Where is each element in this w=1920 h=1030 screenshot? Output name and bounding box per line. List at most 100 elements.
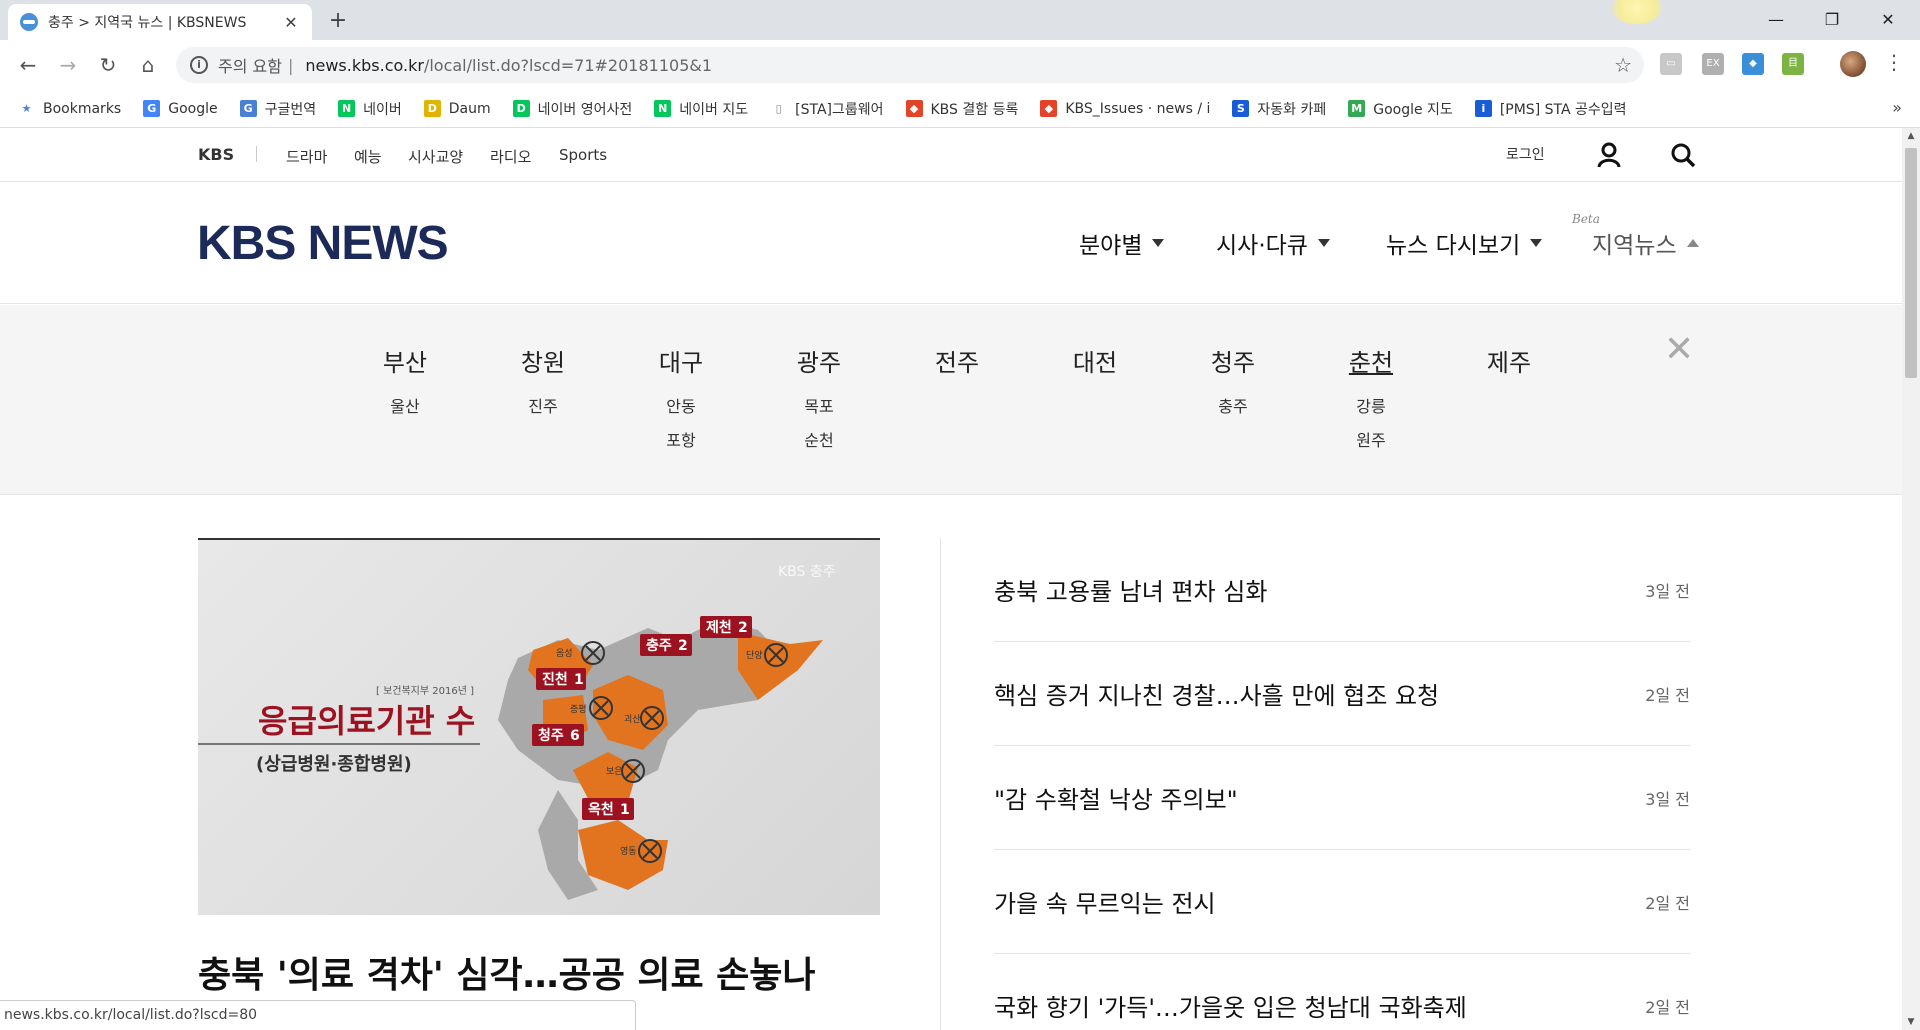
bookmark-item[interactable]: i [PMS] STA 공수입력 [1474, 99, 1627, 119]
news-title[interactable]: 국화 향기 '가득'…가을옷 입은 청남대 국화축제 [994, 988, 1467, 1023]
news-list-item[interactable]: 충북 고용률 남녀 편차 심화 3일 전 [994, 538, 1690, 642]
cafe-icon: S [1232, 100, 1250, 117]
scroll-down-icon[interactable]: ▼ [1902, 1014, 1920, 1030]
page-viewport: KBS 드라마 예능 시사교양 라디오 Sports 로그인 KBS NEWS … [0, 128, 1902, 1030]
bookmark-item[interactable]: ◆ KBS_Issues · news / i [1040, 100, 1210, 117]
news-title[interactable]: 핵심 증거 지나친 경찰…사흘 만에 협조 요청 [994, 676, 1439, 711]
region-link[interactable]: 대전 [1073, 343, 1117, 378]
login-link[interactable]: 로그인 [1506, 144, 1545, 164]
subregion-link[interactable]: 목포 [764, 390, 874, 424]
back-button[interactable]: ← [14, 51, 42, 79]
bookmark-item[interactable]: D Daum [423, 100, 491, 117]
page-scrollbar[interactable]: ▲ ▼ [1902, 128, 1920, 1030]
bookmark-item[interactable]: ★ Bookmarks [18, 100, 122, 117]
home-button[interactable]: ⌂ [134, 51, 162, 79]
scroll-thumb[interactable] [1905, 148, 1917, 378]
bookmark-label: 네이버 지도 [679, 101, 749, 118]
extension-icon[interactable]: EX [1702, 53, 1724, 75]
reload-button[interactable]: ↻ [94, 51, 122, 79]
nav-local-news[interactable]: 지역뉴스 [1592, 226, 1699, 260]
bookmark-item[interactable]: ▯ [STA]그룹웨어 [770, 99, 884, 119]
bookmark-item[interactable]: N 네이버 지도 [654, 99, 748, 119]
bookmark-item[interactable]: ◆ KBS 결함 등록 [905, 99, 1018, 119]
subregion-link[interactable]: 순천 [764, 424, 874, 458]
subregion-link[interactable]: 포항 [626, 424, 736, 458]
close-icon[interactable]: ✕ [1664, 329, 1694, 370]
news-title[interactable]: 가을 속 무르익는 전시 [994, 884, 1216, 919]
map-label-okcheon: 옥천 [588, 802, 614, 818]
region-column: 춘천강릉 원주 [1316, 343, 1426, 458]
region-link[interactable]: 광주 [797, 343, 841, 378]
region-link[interactable]: 청주 [1211, 343, 1255, 378]
image-source: [ 보건복지부 2016년 ] [376, 685, 474, 697]
news-timestamp: 2일 전 [1645, 998, 1690, 1017]
extension-icon[interactable]: ◆ [1742, 53, 1764, 75]
region-link[interactable]: 부산 [383, 343, 427, 378]
forward-button[interactable]: → [54, 51, 82, 79]
gnb-kbs-brand[interactable]: KBS [198, 145, 234, 164]
featured-image[interactable]: 진천 1 충주 2 제천 2 청주 6 옥천 1 음성 단양 증평 괴산 보은 … [198, 538, 880, 915]
subregion-link[interactable]: 진주 [488, 390, 598, 424]
daum-icon: D [423, 100, 441, 117]
bookmark-item[interactable]: M Google 지도 [1348, 99, 1453, 119]
bookmark-item[interactable]: D 네이버 영어사전 [512, 99, 633, 119]
news-list-item[interactable]: 핵심 증거 지나친 경찰…사흘 만에 협조 요청 2일 전 [994, 642, 1690, 746]
featured-headline[interactable]: 충북 '의료 격차' 심각…공공 의료 손놓나 [198, 946, 816, 998]
address-bar[interactable]: i 주의 요함 | news.kbs.co.kr/local/list.do?l… [176, 47, 1644, 83]
subregion-link[interactable]: 안동 [626, 390, 736, 424]
map-small-yeongdong: 영동 [620, 846, 637, 857]
extension-icon[interactable]: ▭ [1660, 53, 1682, 75]
subregion-link[interactable]: 울산 [350, 390, 460, 424]
news-title[interactable]: "감 수확철 낙상 주의보" [994, 780, 1238, 815]
news-title[interactable]: 충북 고용률 남녀 편차 심화 [994, 572, 1267, 607]
region-link[interactable]: 제주 [1487, 343, 1531, 378]
region-link[interactable]: 창원 [521, 343, 565, 378]
nav-current-affairs[interactable]: 시사·다큐 [1216, 226, 1330, 260]
profile-avatar[interactable] [1840, 51, 1866, 77]
region-link[interactable]: 전주 [935, 343, 979, 378]
nav-replay[interactable]: 뉴스 다시보기 [1386, 226, 1543, 260]
star-icon: ★ [21, 102, 32, 115]
security-warning: 주의 요함 [218, 57, 282, 76]
news-list-item[interactable]: 가을 속 무르익는 전시 2일 전 [994, 850, 1690, 954]
url-text[interactable]: news.kbs.co.kr/local/list.do?lscd=71#201… [305, 56, 712, 75]
news-list-item[interactable]: "감 수확철 낙상 주의보" 3일 전 [994, 746, 1690, 850]
new-tab-button[interactable]: + [324, 8, 352, 33]
gnb-link-culture[interactable]: 시사교양 [408, 146, 463, 167]
site-header: KBS NEWS 분야별 시사·다큐 뉴스 다시보기 Beta 지역뉴스 [0, 182, 1902, 304]
bookmark-star-icon[interactable]: ☆ [1614, 53, 1632, 77]
map-label-cheongju: 청주 [538, 728, 564, 744]
subregion-link[interactable]: 강릉 [1316, 390, 1426, 424]
close-tab-icon[interactable]: ✕ [282, 13, 300, 32]
minimize-button[interactable]: — [1754, 6, 1798, 34]
scroll-up-icon[interactable]: ▲ [1902, 128, 1920, 144]
gnb-link-radio[interactable]: 라디오 [490, 146, 531, 167]
region-link[interactable]: 춘천 [1349, 343, 1393, 378]
close-window-button[interactable]: ✕ [1866, 6, 1910, 34]
search-icon[interactable] [1670, 142, 1696, 168]
info-icon[interactable]: i [190, 56, 208, 74]
region-link[interactable]: 대구 [659, 343, 703, 378]
bookmark-label: 네이버 영어사전 [537, 101, 633, 118]
restore-button[interactable]: ❐ [1810, 6, 1854, 34]
gnb-link-entertainment[interactable]: 예능 [354, 146, 382, 167]
bookmark-item[interactable]: G Google [143, 100, 218, 117]
map-count-cheongju: 6 [570, 728, 580, 744]
bookmark-item[interactable]: N 네이버 [338, 99, 402, 119]
menu-kebab-icon[interactable]: ⋮ [1884, 50, 1904, 74]
news-list-item[interactable]: 국화 향기 '가득'…가을옷 입은 청남대 국화축제 2일 전 [994, 954, 1690, 1030]
subregion-link[interactable]: 충주 [1178, 390, 1288, 424]
active-tab[interactable]: 충주 > 지역국 뉴스 | KBSNEWS ✕ [8, 4, 312, 40]
bookmark-item[interactable]: G 구글번역 [239, 99, 316, 119]
bookmarks-more-icon[interactable]: » [1892, 98, 1902, 117]
extension-icon[interactable]: 目 [1782, 53, 1804, 75]
gitlab-icon: ◆ [905, 100, 923, 117]
user-icon[interactable] [1596, 142, 1622, 168]
kbs-favicon-icon [20, 13, 38, 31]
gnb-link-sports[interactable]: Sports [559, 146, 607, 164]
subregion-link[interactable]: 원주 [1316, 424, 1426, 458]
nav-category[interactable]: 분야별 [1079, 226, 1165, 260]
bookmark-item[interactable]: S 자동화 카페 [1232, 99, 1326, 119]
gnb-link-drama[interactable]: 드라마 [286, 146, 327, 167]
kbs-news-logo[interactable]: KBS NEWS [197, 216, 449, 271]
